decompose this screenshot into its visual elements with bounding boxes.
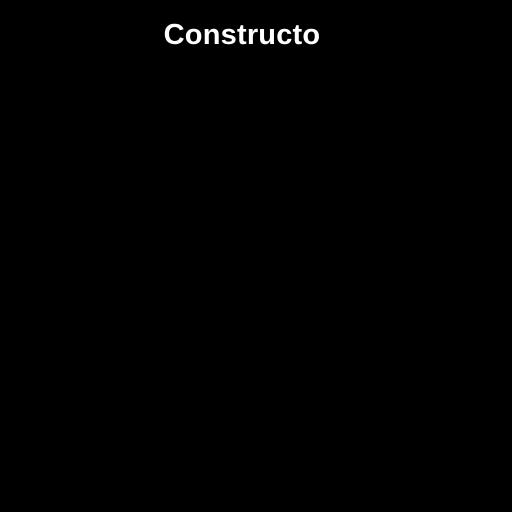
empty-content-area (0, 64, 512, 512)
app-screen: Constructo (0, 0, 512, 512)
app-title: Constructo (163, 19, 321, 51)
